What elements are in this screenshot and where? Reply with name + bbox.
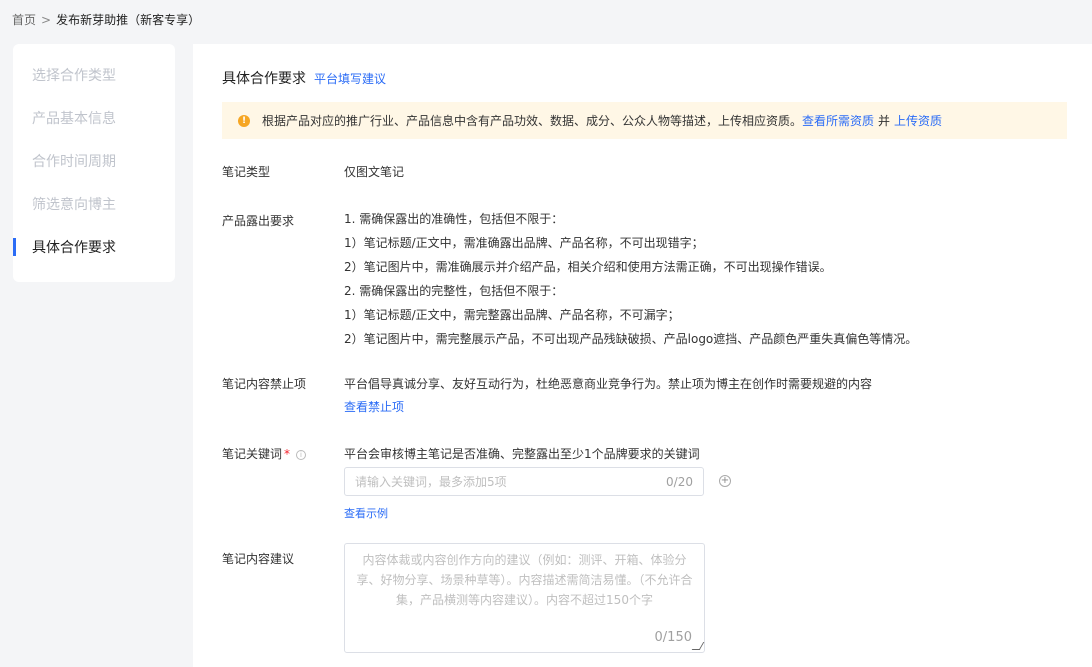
info-icon[interactable]: i [296,450,307,460]
keywords-placeholder: 请输入关键词，最多添加5项 [355,475,507,489]
upload-qualifications-link[interactable]: 上传资质 [894,112,942,129]
keywords-row: 笔记关键词 * i 平台会审核博主笔记是否准确、完整露出至少1个品牌要求的关键词 请… [222,445,822,525]
keywords-counter: 0/20 [666,474,693,489]
exposure-label: 产品露出要求 [222,214,295,228]
exposure-line: 2）笔记图片中，需准确展示并介绍产品，相关介绍和使用方法需正确，不可出现操作错误… [344,260,832,274]
exposure-line: 2）笔记图片中，需完整展示产品，不可出现产品残缺破损、产品logo遮挡、产品颜色… [344,332,918,346]
sidebar-steps: 选择合作类型 产品基本信息 合作时间周期 筛选意向博主 具体合作要求 [13,44,175,282]
exposure-line: 1）笔记标题/正文中，需准确露出品牌、产品名称，不可出现错字； [344,236,704,250]
exposure-line: 2. 需确保露出的完整性，包括但不限于： [344,284,564,298]
main-panel: 具体合作要求 平台填写建议 ! 根据产品对应的推广行业、产品信息中含有产品功效、… [193,44,1092,667]
platform-suggestion-link[interactable]: 平台填写建议 [314,70,386,87]
note-type-label: 笔记类型 [222,165,271,179]
sidebar-item-requirements[interactable]: 具体合作要求 [13,236,175,279]
suggestion-counter: 0/150 [654,630,692,645]
sidebar-item-time-period[interactable]: 合作时间周期 [13,150,175,193]
suggestion-row: 笔记内容建议 内容体裁或内容创作方向的建议（例如：测评、开箱、体验分享、好物分享… [222,543,822,660]
resize-handle-icon[interactable] [691,642,705,650]
banned-label: 笔记内容禁止项 [222,377,307,391]
exposure-line: 1）笔记标题/正文中，需完整露出品牌、产品名称，不可漏字； [344,308,680,322]
breadcrumb: 首页 > 发布新芽助推（新客专享） [12,11,200,28]
breadcrumb-current: 发布新芽助推（新客专享） [56,13,201,27]
breadcrumb-separator-icon: > [41,12,52,27]
qualification-notice: ! 根据产品对应的推广行业、产品信息中含有产品功效、数据、成分、公众人物等描述，… [222,102,1067,139]
keywords-hint: 平台会审核博主笔记是否准确、完整露出至少1个品牌要求的关键词 [344,447,700,461]
view-qualifications-link[interactable]: 查看所需资质 [802,112,874,129]
breadcrumb-home[interactable]: 首页 [12,11,36,28]
section-title: 具体合作要求 [222,71,306,87]
banned-content: 平台倡导真诚分享、友好互动行为，杜绝恶意商业竞争行为。禁止项为博主在创作时需要规… [344,375,872,415]
keywords-label: 笔记关键词 [222,447,283,461]
sidebar-item-cooperation-type[interactable]: 选择合作类型 [13,64,175,107]
exposure-line: 1. 需确保露出的准确性，包括但不限于： [344,212,564,226]
suggestion-textarea[interactable]: 内容体裁或内容创作方向的建议（例如：测评、开箱、体验分享、好物分享、场景种草等）… [344,543,705,653]
notice-text: 根据产品对应的推广行业、产品信息中含有产品功效、数据、成分、公众人物等描述，上传… [262,114,803,128]
view-example-link[interactable]: 查看示例 [344,505,388,521]
exposure-requirements: 1. 需确保露出的准确性，包括但不限于： 1）笔记标题/正文中，需准确露出品牌、… [344,207,917,351]
add-keyword-icon[interactable]: + [719,475,731,487]
note-type-value: 仅图文笔记 [344,165,405,179]
required-mark: * [284,447,291,461]
sidebar-item-product-info[interactable]: 产品基本信息 [13,107,175,150]
notice-and: 并 [878,114,891,128]
banned-text: 平台倡导真诚分享、友好互动行为，杜绝恶意商业竞争行为。禁止项为博主在创作时需要规… [344,377,873,391]
suggestion-label: 笔记内容建议 [222,552,295,566]
warning-icon: ! [238,114,250,127]
view-banned-link[interactable]: 查看禁止项 [344,398,872,415]
keywords-label-wrap: 笔记关键词 * i [222,445,342,462]
keywords-input[interactable]: 请输入关键词，最多添加5项 0/20 [344,467,704,496]
section-header: 具体合作要求 平台填写建议 [222,68,386,88]
suggestion-placeholder: 内容体裁或内容创作方向的建议（例如：测评、开箱、体验分享、好物分享、场景种草等）… [356,553,693,607]
sidebar-item-filter-creators[interactable]: 筛选意向博主 [13,193,175,236]
